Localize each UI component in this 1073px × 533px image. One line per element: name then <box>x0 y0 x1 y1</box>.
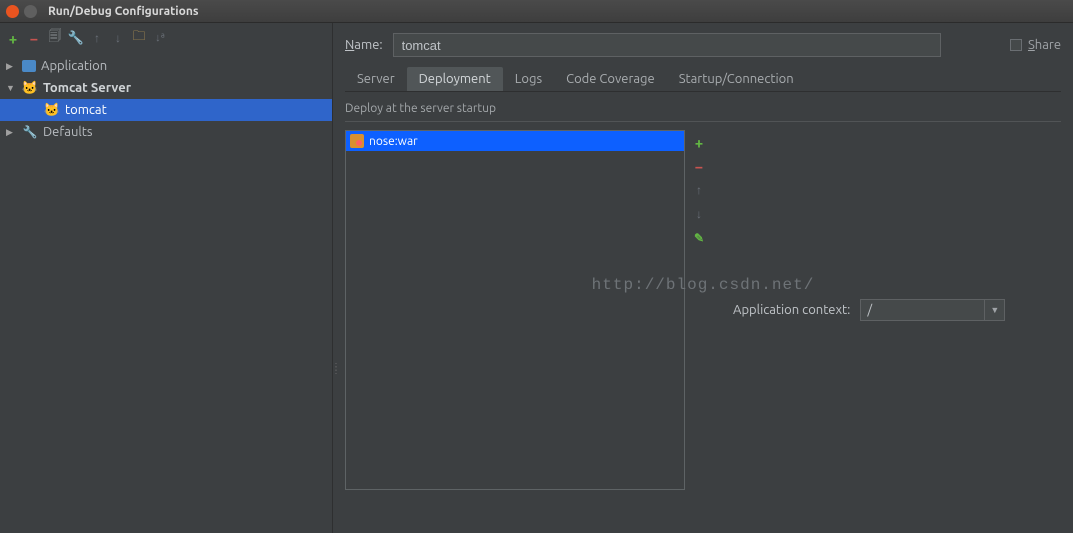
tab-server[interactable]: Server <box>345 67 407 91</box>
move-down-icon[interactable]: ↓ <box>111 31 125 45</box>
tree-label: tomcat <box>65 103 107 117</box>
tab-deployment[interactable]: Deployment <box>407 67 503 91</box>
window-minimize-button[interactable] <box>24 5 37 18</box>
context-select[interactable]: / ▼ <box>860 299 1005 321</box>
deploy-section-label: Deploy at the server startup <box>345 102 1061 115</box>
artifact-list[interactable]: nose:war <box>345 130 685 490</box>
tab-code-coverage[interactable]: Code Coverage <box>554 67 667 91</box>
name-label: Name: <box>345 38 383 52</box>
tab-startup-connection[interactable]: Startup/Connection <box>667 67 806 91</box>
add-icon[interactable]: + <box>6 31 20 45</box>
sort-icon[interactable]: ↓ª <box>153 31 167 45</box>
tomcat-icon: 🐱 <box>22 80 38 96</box>
main-panel: Name: Share Server Deployment Logs Code … <box>333 23 1073 533</box>
tree-item-application[interactable]: ▶ Application <box>0 55 332 77</box>
dropdown-icon: ▼ <box>984 300 1004 320</box>
chevron-right-icon: ▶ <box>6 61 18 72</box>
settings-icon[interactable]: 🔧 <box>69 31 83 45</box>
add-artifact-icon[interactable]: + <box>691 134 707 150</box>
tree-label: Application <box>41 59 107 73</box>
splitter-handle[interactable]: ⋮⋮ <box>331 365 340 371</box>
artifact-item[interactable]: nose:war <box>346 131 684 151</box>
tab-logs[interactable]: Logs <box>503 67 554 91</box>
context-label: Application context: <box>733 303 850 317</box>
window-title: Run/Debug Configurations <box>48 5 199 18</box>
divider <box>345 121 1061 122</box>
context-value: / <box>861 303 984 317</box>
application-icon <box>22 60 36 72</box>
name-input[interactable] <box>393 33 941 57</box>
copy-icon[interactable]: 🗐 <box>48 31 62 45</box>
tree-label: Defaults <box>43 125 93 139</box>
move-up-icon[interactable]: ↑ <box>90 31 104 45</box>
titlebar: Run/Debug Configurations <box>0 0 1073 23</box>
share-checkbox[interactable]: Share <box>1010 38 1061 52</box>
tabs: Server Deployment Logs Code Coverage Sta… <box>345 67 1061 92</box>
config-tree: ▶ Application ▼ 🐱 Tomcat Server 🐱 tomcat… <box>0 53 332 533</box>
chevron-down-icon: ▼ <box>6 83 18 93</box>
remove-icon[interactable]: − <box>27 31 41 45</box>
tree-item-tomcat[interactable]: 🐱 tomcat <box>0 99 332 121</box>
tree-item-tomcat-server[interactable]: ▼ 🐱 Tomcat Server <box>0 77 332 99</box>
artifact-icon <box>350 134 364 148</box>
tomcat-icon: 🐱 <box>44 102 60 118</box>
move-artifact-down-icon[interactable]: ↓ <box>691 206 707 222</box>
sidebar-toolbar: + − 🗐 🔧 ↑ ↓ 🗀 ↓ª <box>0 23 332 53</box>
artifact-toolbar: + − ↑ ↓ ✎ <box>685 130 713 490</box>
move-artifact-up-icon[interactable]: ↑ <box>691 182 707 198</box>
remove-artifact-icon[interactable]: − <box>691 158 707 174</box>
chevron-right-icon: ▶ <box>6 127 18 138</box>
wrench-icon: 🔧 <box>22 124 38 140</box>
window-close-button[interactable] <box>6 5 19 18</box>
artifact-label: nose:war <box>369 135 418 148</box>
sidebar: + − 🗐 🔧 ↑ ↓ 🗀 ↓ª ▶ Application ▼ 🐱 Tomca… <box>0 23 333 533</box>
tree-item-defaults[interactable]: ▶ 🔧 Defaults <box>0 121 332 143</box>
tree-label: Tomcat Server <box>43 81 131 95</box>
folder-icon[interactable]: 🗀 <box>132 31 146 45</box>
edit-artifact-icon[interactable]: ✎ <box>691 230 707 246</box>
share-label: Share <box>1028 38 1061 52</box>
checkbox-icon <box>1010 39 1022 51</box>
